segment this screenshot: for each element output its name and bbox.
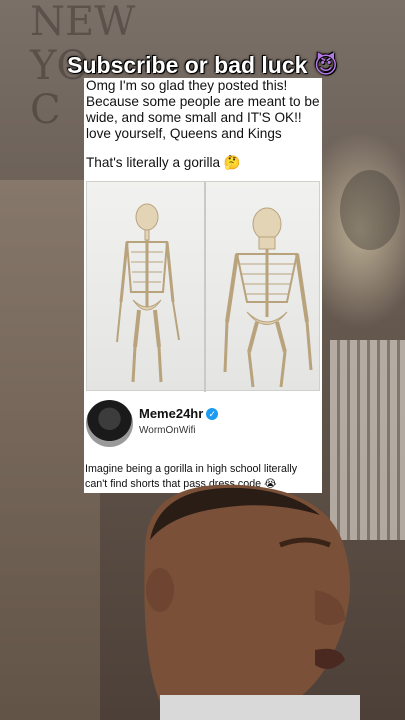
screenshot-card: Omg I'm so glad they posted this! Becaus…: [84, 78, 322, 493]
avatar[interactable]: [86, 400, 133, 447]
account-handle[interactable]: WormOnWifi: [139, 425, 195, 436]
post-text-2-label: That's literally a gorilla: [86, 155, 221, 170]
overlay-caption: Subscribe or bad luck 😈: [0, 52, 405, 79]
post-text-2: That's literally a gorilla 🤔: [86, 155, 320, 171]
post-text: Omg I'm so glad they posted this! Becaus…: [86, 78, 320, 141]
background-plant: [340, 170, 400, 250]
skeletons-illustration: [116, 203, 313, 388]
skeleton-photo: [86, 181, 320, 392]
account-name-row: Meme24hr ✓: [139, 406, 219, 421]
account-name[interactable]: Meme24hr: [139, 406, 203, 421]
human-skeleton: [116, 203, 180, 383]
reacting-person: [144, 484, 360, 720]
verified-badge-icon: ✓: [206, 408, 219, 420]
thinking-emoji-icon: 🤔: [223, 155, 241, 170]
overlay-caption-text: Subscribe or bad luck: [67, 52, 308, 78]
devil-emoji-icon: 😈: [313, 52, 338, 78]
account-row[interactable]: Meme24hr ✓ WormOnWifi: [84, 396, 322, 451]
gorilla-skeleton: [223, 207, 313, 388]
